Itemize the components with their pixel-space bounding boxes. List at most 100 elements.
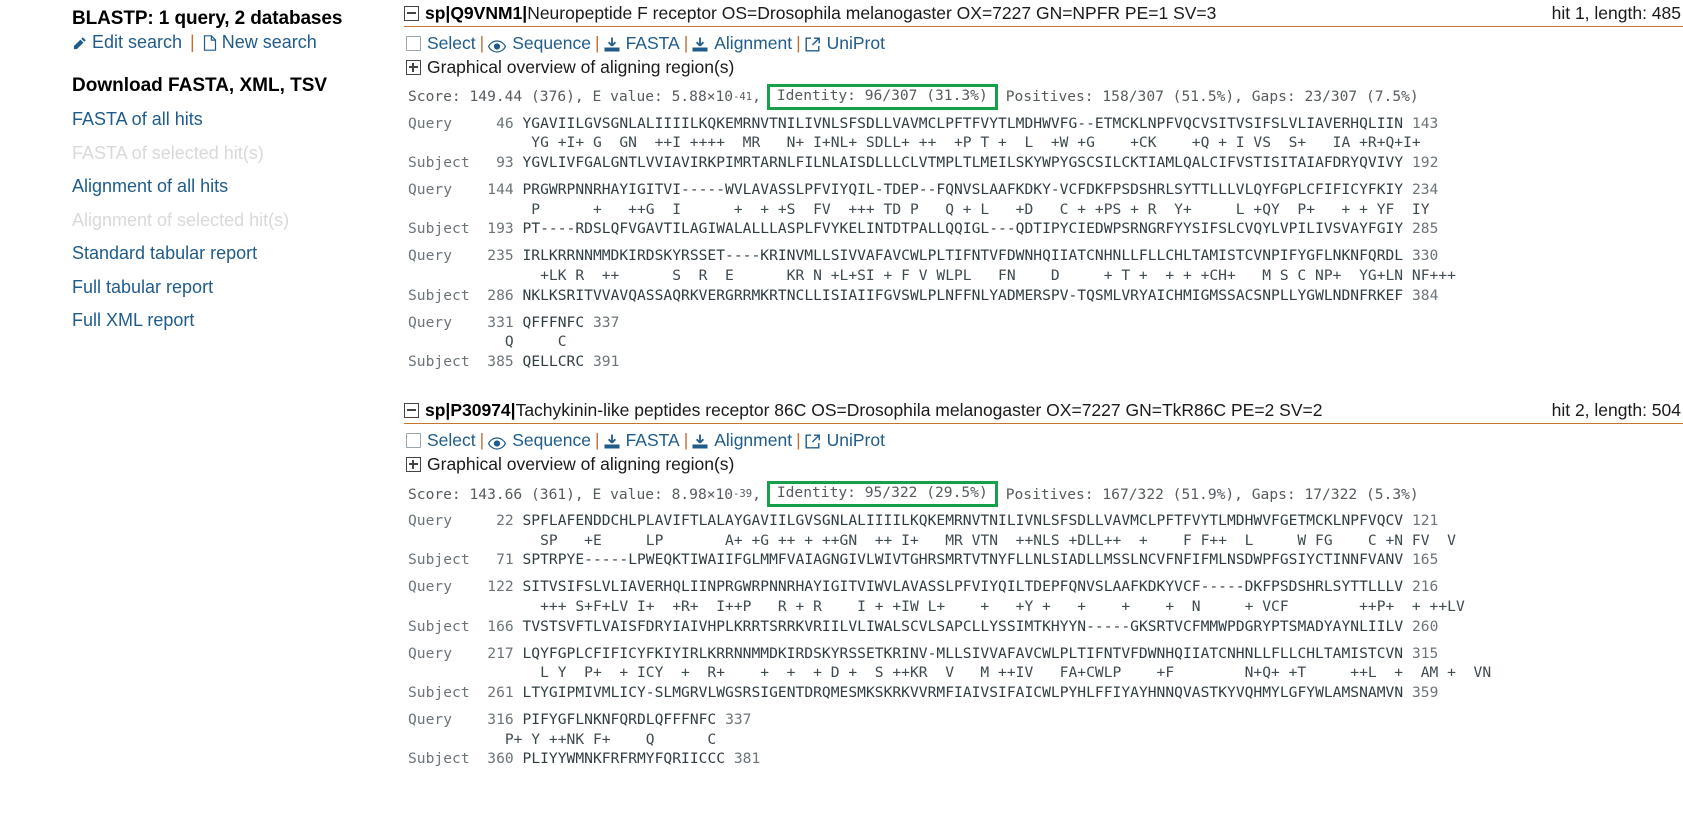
sequence-label: Sequence <box>512 430 592 451</box>
download-alignment-all-hits[interactable]: Alignment of all hits <box>72 170 400 204</box>
download-alignment-link[interactable]: Alignment <box>692 430 792 451</box>
checkbox-icon[interactable] <box>406 36 421 51</box>
hit-toolbar: Select | Sequence | FASTA | Alignment | … <box>404 27 1683 55</box>
query-start: 217 <box>487 644 514 662</box>
subject-seq: YGVLIVFGALGNTLVVIAVIRKPIMRTARNLFILNLAISD… <box>522 153 1404 171</box>
alignment-block: Query 235 IRLKRRNNMMDKIRDSKYRSSET----KRI… <box>408 246 1683 305</box>
query-label: Query <box>408 578 453 596</box>
hit-length-meta: hit 2, length: 504 <box>1551 400 1681 421</box>
download-full-tabular-report[interactable]: Full tabular report <box>72 271 400 305</box>
hit-description: Tachykinin-like peptides receptor 86C OS… <box>515 400 1323 421</box>
subject-line: Subject 385 QELLCRC 391 <box>408 352 1683 372</box>
download-fasta-link[interactable]: FASTA <box>604 430 680 451</box>
query-start: 331 <box>487 313 514 331</box>
midline: SP +E LP A+ +G ++ + ++GN ++ I+ MR VTN ++… <box>513 531 1456 549</box>
view-sequence-link[interactable]: Sequence <box>488 33 591 54</box>
checkbox-icon[interactable] <box>406 433 421 449</box>
query-seq: SITVSIFSLVLIAVERHQLIINPRGWRPNNRHAYIGITVI… <box>522 578 1404 596</box>
select-hit-checkbox[interactable]: Select <box>406 33 476 54</box>
download-icon <box>604 36 620 52</box>
download-fasta-link[interactable]: FASTA <box>604 33 680 54</box>
query-line: Query 122 SITVSIFSLVLIAVERHQLIINPRGWRPNN… <box>408 577 1683 597</box>
subject-start: 286 <box>487 286 514 304</box>
download-fasta-all-hits[interactable]: FASTA of all hits <box>72 103 400 137</box>
subject-label: Subject <box>408 220 470 238</box>
page-title: BLASTP: 1 query, 2 databases <box>72 8 343 29</box>
query-end: 315 <box>1411 644 1439 662</box>
subject-seq: PT----RDSLQFVGAVTILAGIWALALLLASPLFVYKELI… <box>522 220 1404 238</box>
query-seq: SPFLAFENDDCHLPLAVIFTLALAYGAVIILGVSGNLALI… <box>522 512 1404 530</box>
query-label: Query <box>408 711 453 729</box>
download-icon <box>692 433 708 449</box>
midline: Q C <box>425 333 567 351</box>
query-label: Query <box>408 512 453 530</box>
hit-stats: Score: 143.66 (361), E value: 8.98×10 -39… <box>404 478 1683 511</box>
fasta-label: FASTA <box>625 33 680 53</box>
query-label: Query <box>408 313 453 331</box>
download-icon <box>692 36 708 52</box>
new-search-link[interactable]: New search <box>203 32 317 53</box>
subject-seq: QELLCRC <box>522 352 585 370</box>
subject-seq: LTYGIPMIVMLICY-SLMGRVLWGSRSIGENTDRQMESMK… <box>522 683 1404 701</box>
query-line: Query 235 IRLKRRNNMMDKIRDSKYRSSET----KRI… <box>408 246 1683 266</box>
select-hit-checkbox[interactable]: Select <box>406 430 476 451</box>
view-sequence-link[interactable]: Sequence <box>488 430 591 451</box>
hit-stats: Score: 149.44 (376), E value: 5.88×10 -41… <box>404 81 1683 114</box>
identity-highlight: Identity: 95/322 (29.5%) <box>766 481 998 508</box>
alignment-block: Query 316 PIFYGFLNKNFQRDLQFFFNFC 337 P+ … <box>408 710 1683 769</box>
subject-label: Subject <box>408 750 470 768</box>
download-alignment-link[interactable]: Alignment <box>692 33 792 54</box>
download-full-xml-report[interactable]: Full XML report <box>72 304 400 338</box>
subject-line: Subject 93 YGVLIVFGALGNTLVVIAVIRKPIMRTAR… <box>408 153 1683 173</box>
subject-end: 391 <box>592 352 620 370</box>
query-label: Query <box>408 114 453 132</box>
query-label: Query <box>408 247 453 265</box>
collapse-toggle-icon[interactable] <box>404 6 419 21</box>
hit-list: sp|Q9VNM1| Neuropeptide F receptor OS=Dr… <box>400 0 1683 831</box>
graphical-overview-row[interactable]: Graphical overview of aligning region(s) <box>404 452 1683 478</box>
query-seq: PRGWRPNNRHAYIGITVI-----WVLAVASSLPFVIYQIL… <box>522 181 1404 199</box>
query-seq: LQYFGPLCFIFICYFKIYIRLKRRNNMMDKIRDSKYRSSE… <box>522 644 1404 662</box>
tool-separator: | <box>479 430 485 451</box>
graphical-overview-label: Graphical overview of aligning region(s) <box>427 454 735 475</box>
uniprot-link[interactable]: UniProt <box>805 33 885 54</box>
stats-comma: , <box>752 88 761 106</box>
graphical-overview-row[interactable]: Graphical overview of aligning region(s) <box>404 55 1683 81</box>
action-separator: | <box>190 32 195 52</box>
subject-end: 381 <box>733 750 761 768</box>
subject-label: Subject <box>408 153 470 171</box>
collapse-toggle-icon[interactable] <box>404 403 419 419</box>
subject-seq: NKLKSRITVVAVQASSAQRKVERGRRMKRTNCLLISIAII… <box>522 286 1404 304</box>
hit-accession[interactable]: sp|Q9VNM1| <box>425 3 527 24</box>
subject-label: Subject <box>408 551 470 569</box>
query-end: 216 <box>1411 578 1439 596</box>
select-label: Select <box>427 33 476 53</box>
subject-end: 260 <box>1411 617 1439 635</box>
subject-label: Subject <box>408 683 470 701</box>
subject-start: 385 <box>487 352 514 370</box>
expand-toggle-icon[interactable] <box>406 457 421 473</box>
query-line: Query 316 PIFYGFLNKNFQRDLQFFFNFC 337 <box>408 710 1683 730</box>
query-start: 122 <box>487 578 514 596</box>
eye-icon <box>488 37 507 53</box>
download-standard-tabular-report[interactable]: Standard tabular report <box>72 237 400 271</box>
sidebar: BLASTP: 1 query, 2 databases Edit search… <box>0 0 400 831</box>
query-seq: QFFFNFC <box>522 313 585 331</box>
edit-search-link[interactable]: Edit search <box>72 32 182 53</box>
subject-line: Subject 193 PT----RDSLQFVGAVTILAGIWALALL… <box>408 219 1683 239</box>
hit-header: sp|P30974| Tachykinin-like peptides rece… <box>404 397 1683 425</box>
expand-toggle-icon[interactable] <box>406 60 421 75</box>
subject-start: 166 <box>487 617 514 635</box>
hit-accession[interactable]: sp|P30974| <box>425 400 516 421</box>
alignment-text: Query 46 YGAVIILGVSGNLALIIIILKQKEMRNVTNI… <box>404 114 1683 372</box>
hit-header: sp|Q9VNM1| Neuropeptide F receptor OS=Dr… <box>404 0 1683 27</box>
uniprot-link[interactable]: UniProt <box>805 430 885 451</box>
query-start: 144 <box>487 181 514 199</box>
subject-seq: TVSTSVFTLVAISFDRYIAIVHPLKRRTSRRKVRIILVLI… <box>522 617 1404 635</box>
query-end: 121 <box>1411 512 1439 530</box>
alignment-block: Query 122 SITVSIFSLVLIAVERHQLIINPRGWRPNN… <box>408 577 1683 636</box>
tool-separator: | <box>796 430 801 451</box>
new-search-label: New search <box>221 32 317 52</box>
query-seq: PIFYGFLNKNFQRDLQFFFNFC <box>522 711 717 729</box>
uniprot-label: UniProt <box>826 430 885 451</box>
